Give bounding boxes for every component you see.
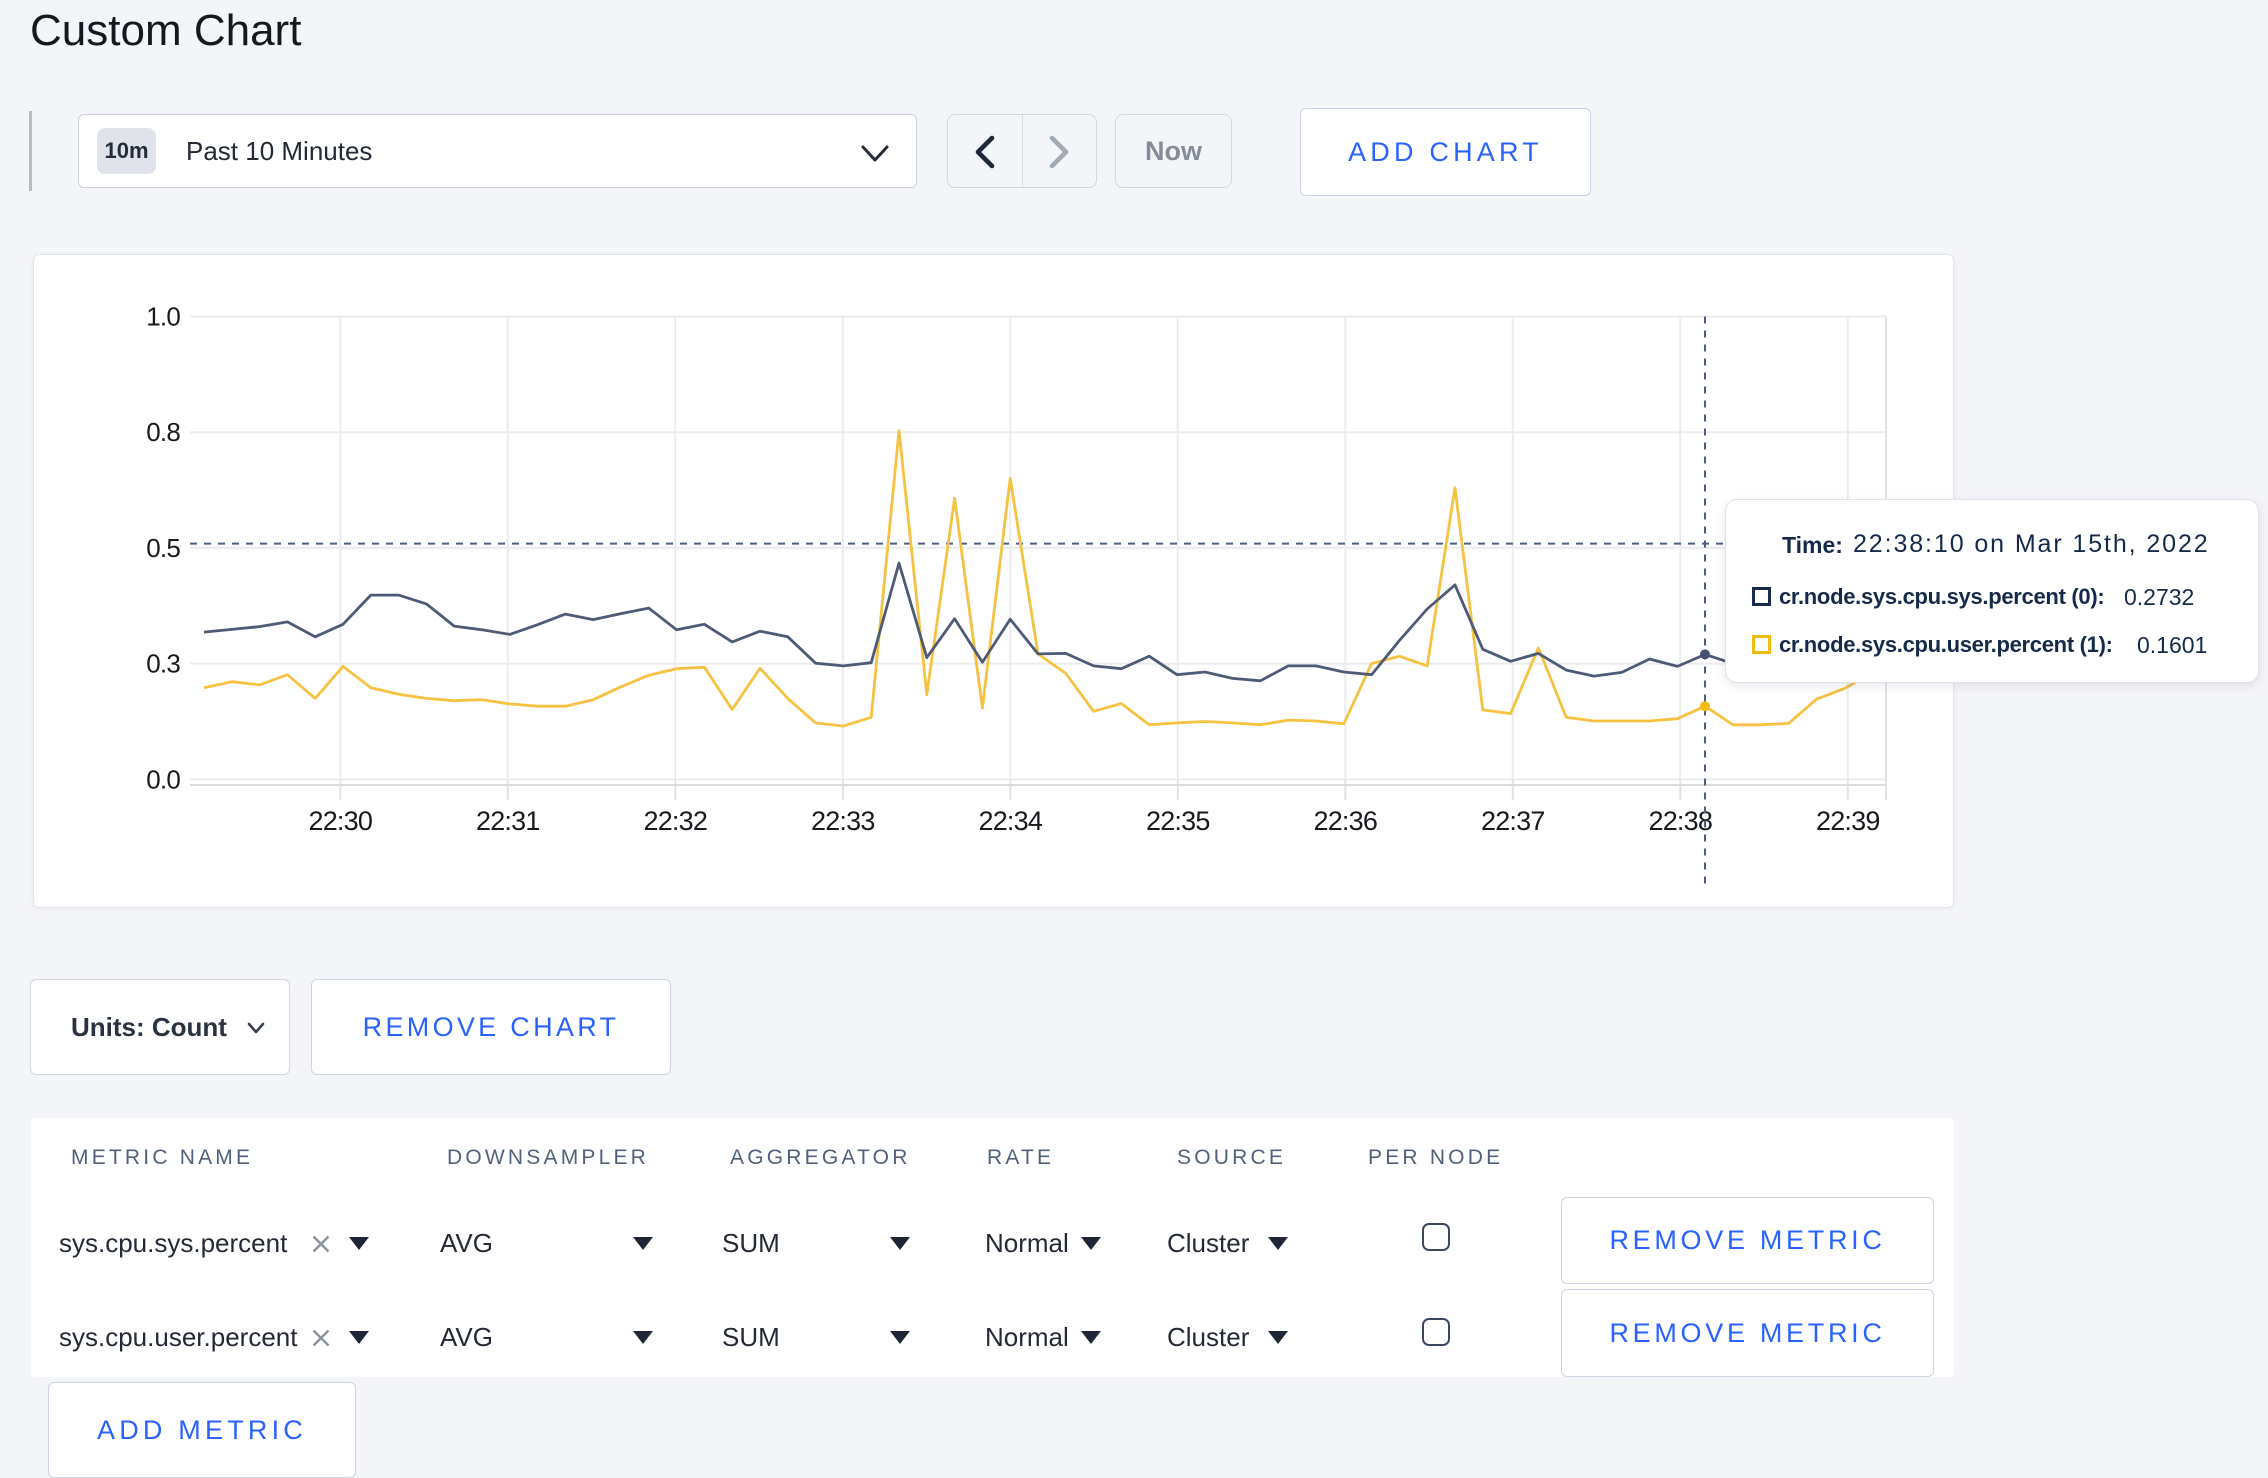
svg-text:22:36: 22:36 xyxy=(1314,806,1378,836)
svg-text:0.3: 0.3 xyxy=(146,649,180,679)
svg-text:0.8: 0.8 xyxy=(146,417,180,447)
svg-text:22:32: 22:32 xyxy=(644,806,708,836)
svg-text:22:33: 22:33 xyxy=(811,806,875,836)
svg-text:22:30: 22:30 xyxy=(309,806,373,836)
svg-text:22:31: 22:31 xyxy=(476,806,540,836)
svg-text:22:35: 22:35 xyxy=(1146,806,1210,836)
svg-text:0.0: 0.0 xyxy=(146,764,180,794)
svg-text:22:37: 22:37 xyxy=(1481,806,1545,836)
svg-text:22:38: 22:38 xyxy=(1649,806,1713,836)
svg-text:22:39: 22:39 xyxy=(1816,806,1880,836)
svg-text:22:34: 22:34 xyxy=(979,806,1043,836)
svg-text:0.5: 0.5 xyxy=(146,533,180,563)
svg-text:1.0: 1.0 xyxy=(146,302,180,332)
